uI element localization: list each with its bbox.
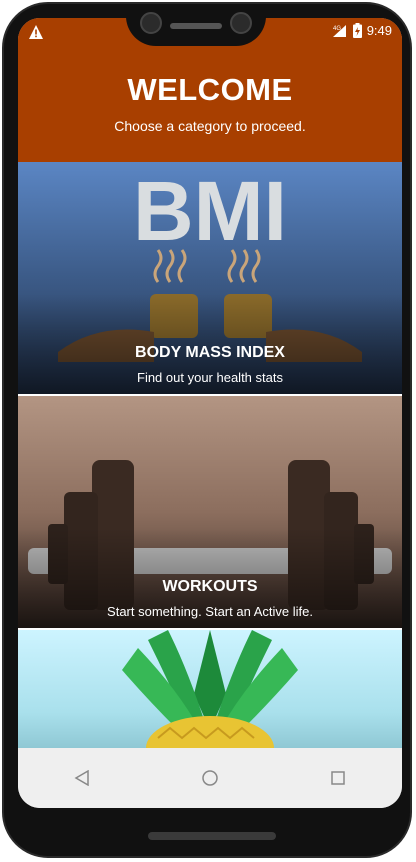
home-icon [202, 770, 218, 786]
app-screen: 4G 9:49 WELCOME Choose a category to pro… [18, 18, 402, 808]
status-time: 9:49 [366, 23, 392, 38]
category-subtitle: Find out your health stats [137, 370, 283, 385]
recents-button[interactable] [318, 758, 358, 798]
earpiece-speaker [170, 23, 222, 29]
signal-icon: 4G [332, 24, 346, 37]
category-card-workouts[interactable]: WORKOUTS Start something. Start an Activ… [18, 396, 402, 628]
category-card-bmi[interactable]: BMI BODY MASS INDEX Find out your health… [18, 162, 402, 394]
phone-frame: 4G 9:49 WELCOME Choose a category to pro… [2, 2, 412, 858]
category-title: WORKOUTS [162, 578, 258, 595]
page-title: WELCOME [127, 72, 293, 107]
back-button[interactable] [62, 758, 102, 798]
camera-notch [126, 4, 266, 46]
bottom-speaker [148, 832, 276, 840]
home-button[interactable] [190, 758, 230, 798]
system-navigation-bar [18, 748, 402, 808]
warning-icon [29, 25, 43, 39]
svg-text:BMI: BMI [133, 164, 287, 258]
category-title: BODY MASS INDEX [135, 344, 285, 361]
back-icon [74, 770, 89, 786]
recents-icon [331, 771, 345, 785]
category-card-nutrition[interactable] [18, 630, 402, 748]
page-subtitle: Choose a category to proceed. [114, 118, 306, 134]
pineapple-image [122, 630, 298, 748]
battery-icon [352, 23, 362, 38]
front-sensor-icon [230, 12, 252, 34]
svg-text:4G: 4G [333, 26, 341, 32]
category-subtitle: Start something. Start an Active life. [107, 604, 313, 619]
front-camera-icon [140, 12, 162, 34]
